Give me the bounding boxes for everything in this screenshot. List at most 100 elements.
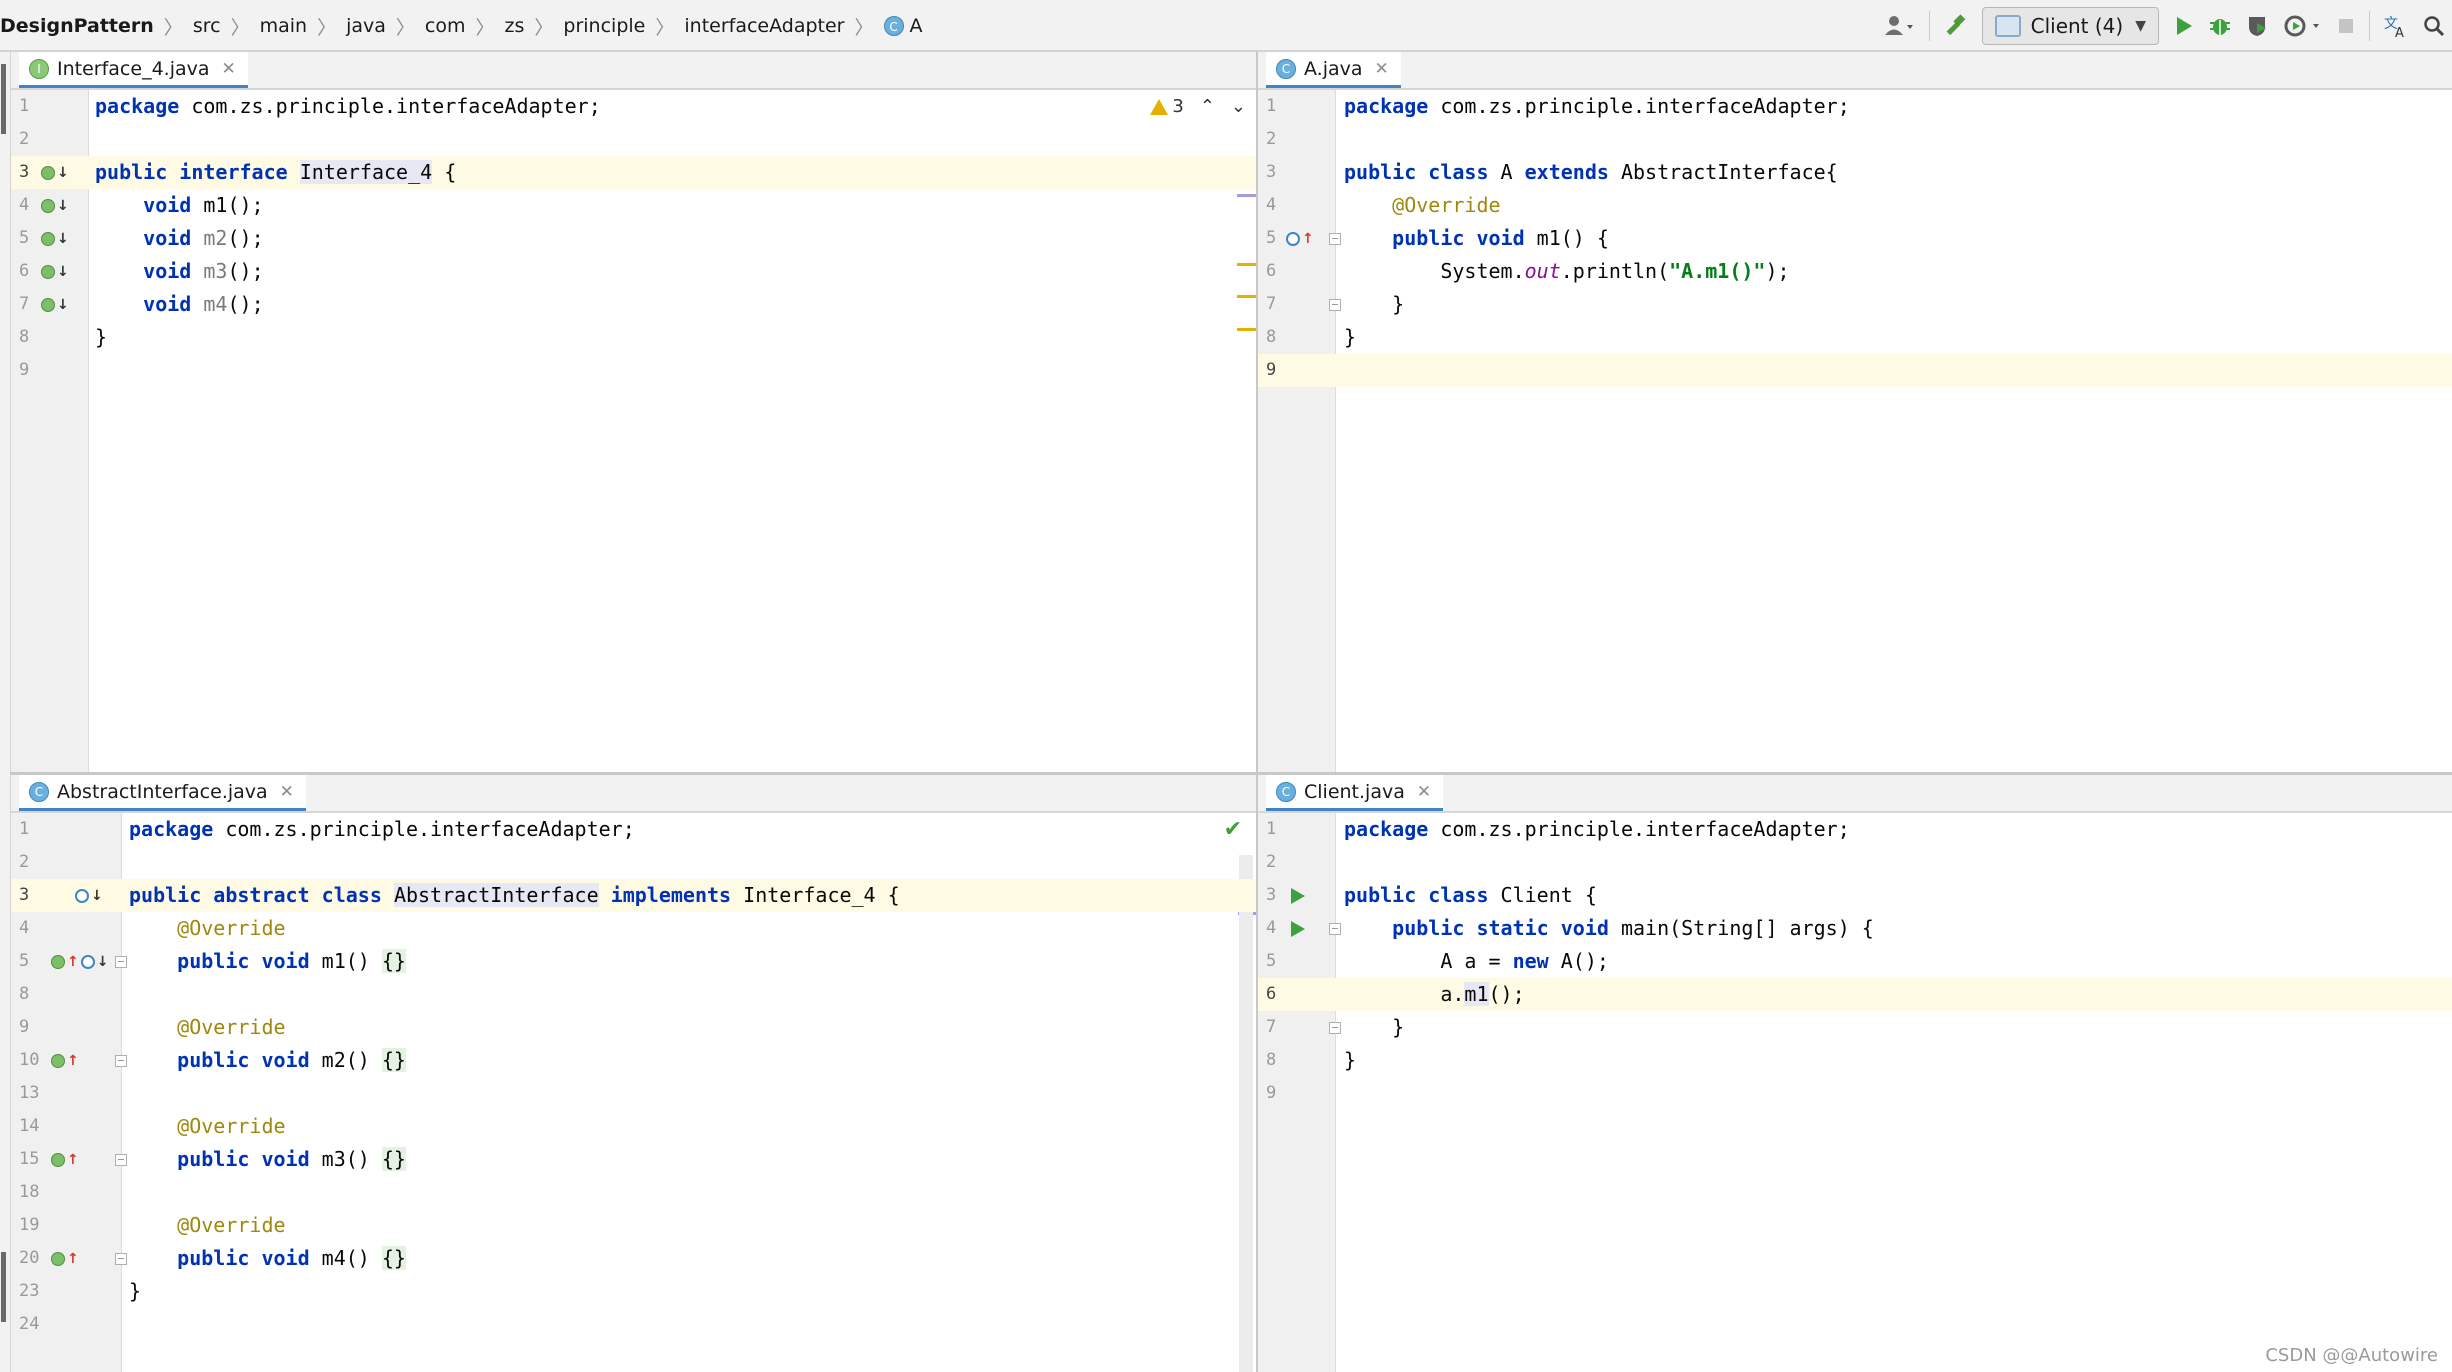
implemented-marker[interactable]: ↓ [41,255,69,288]
implements-icon [51,954,65,969]
implements-icon [51,1152,65,1167]
line-number: 18 [19,1182,40,1202]
search-everywhere-button[interactable] [2422,8,2446,44]
run-configuration-select[interactable]: Client (4) ▼ [1981,7,2159,45]
chevron-right-icon: 〉 [230,16,250,39]
run-button[interactable] [2173,8,2195,44]
fold-toggle[interactable] [1329,1022,1341,1034]
chevron-right-icon: 〉 [163,16,183,39]
code-line: 4 @Override [1258,189,2452,222]
implemented-marker[interactable]: ↓ [41,156,69,189]
line-number: 8 [1266,327,1277,347]
code-line: 9 @Override [11,1011,1256,1044]
profile-button[interactable] [2283,8,2323,44]
line-number: 4 [19,918,30,938]
code-line: 14 @Override [11,1110,1256,1143]
line-number: 7 [1266,1017,1277,1037]
close-icon[interactable]: ✕ [280,782,294,802]
arrow-down-icon: ↓ [91,887,103,904]
fold-toggle[interactable] [1329,299,1341,311]
code-area[interactable]: 1 package com.zs.principle.interfaceAdap… [1258,90,2452,772]
fold-toggle[interactable] [1329,233,1341,245]
implemented-marker[interactable]: ↓ [41,189,69,222]
implemented-marker[interactable]: ↓ [41,288,69,321]
line-number: 1 [19,96,30,116]
tab-a-java[interactable]: C A.java ✕ [1266,52,1401,88]
code-area[interactable]: 1 package com.zs.principle.interfaceAdap… [1258,813,2452,1372]
code-line: 18 [11,1176,1256,1209]
code-line-text: package com.zs.principle.interfaceAdapte… [95,94,601,118]
tab-bar: C A.java ✕ [1258,52,2452,90]
code-line: 8 } [11,321,1256,354]
code-line: 10 ↑ public void m2() {} [11,1044,1256,1077]
breadcrumb-item-src[interactable]: src [193,15,221,37]
breadcrumb-item-interfaceadapter[interactable]: interfaceAdapter [684,15,844,37]
implemented-marker[interactable]: ↓ [41,222,69,255]
tab-client-java[interactable]: C Client.java ✕ [1266,775,1444,811]
class-icon: C [1276,781,1296,802]
line-number: 14 [19,1116,40,1136]
code-line-current: 9 [1258,354,2452,387]
line-number: 9 [19,1017,30,1037]
code-area[interactable]: 1 package com.zs.principle.interfaceAdap… [11,813,1256,1372]
horizontal-splitter[interactable] [10,772,2452,775]
code-line-text: } [95,325,108,349]
implements-marker[interactable]: ↑ [51,1143,79,1176]
fold-toggle[interactable] [115,1253,127,1265]
project-tool-window-button[interactable] [1,64,6,134]
tab-interface4-java[interactable]: I Interface_4.java ✕ [19,52,248,88]
run-gutter-icon[interactable] [1291,888,1305,904]
stop-button[interactable] [2335,8,2357,44]
tab-abstractinterface-java[interactable]: C AbstractInterface.java ✕ [19,775,306,811]
build-button[interactable] [1942,8,1968,44]
breadcrumb-item-main[interactable]: main [260,15,307,37]
run-with-coverage-button[interactable] [2245,8,2271,44]
code-line-text: } [129,1279,142,1303]
fold-toggle[interactable] [115,956,127,968]
code-line-text: void m4(); [143,292,264,316]
close-icon[interactable]: ✕ [1375,59,1389,79]
line-number: 24 [19,1314,40,1334]
code-line: 23 } [11,1275,1256,1308]
code-line: 4 public static void main(String[] args)… [1258,912,2452,945]
fold-toggle[interactable] [1329,923,1341,935]
arrow-down-icon: ↓ [57,164,69,181]
debug-button[interactable] [2207,8,2233,44]
translate-button[interactable]: 文 A [2382,8,2410,44]
breadcrumb-item-principle[interactable]: principle [563,15,645,37]
code-line: 24 [11,1308,1256,1341]
arrow-up-icon: ↑ [67,1250,79,1267]
breadcrumb-item-zs[interactable]: zs [505,15,525,37]
code-line: 5 ↑ public void m1() { [1258,222,2452,255]
breadcrumb-project[interactable]: DesignPattern [0,15,154,37]
code-line: 5 ↑ ↓ public void m1() {} [11,945,1256,978]
tab-label: Interface_4.java [57,57,210,80]
code-line-text: public void m1() {} [177,949,406,973]
fold-toggle[interactable] [115,1154,127,1166]
code-line-text: public void m3() {} [177,1147,406,1171]
user-account-button[interactable] [1883,8,1917,44]
implements-marker[interactable]: ↑ [51,1044,79,1077]
breadcrumb-item-com[interactable]: com [425,15,466,37]
close-icon[interactable]: ✕ [222,59,236,79]
vertical-splitter[interactable] [1256,52,1258,1372]
stop-icon [2339,19,2353,33]
arrow-down-icon: ↓ [96,953,109,970]
breadcrumb-item-java[interactable]: java [346,15,386,37]
overrides-marker[interactable]: ↓ [75,879,103,912]
breadcrumb-item-class[interactable]: A [910,15,923,37]
implements-marker[interactable]: ↑ [51,1242,79,1275]
run-gutter-icon[interactable] [1291,921,1305,937]
implements-marker[interactable]: ↑ ↓ [51,945,108,978]
code-line: 1 package com.zs.principle.interfaceAdap… [1258,813,2452,846]
svg-text:A: A [2395,26,2404,39]
editor-pane-interface4: I Interface_4.java ✕ 3 ⌃ ⌄ 1 package com… [11,52,1256,772]
arrow-up-icon: ↑ [67,1052,79,1069]
close-icon[interactable]: ✕ [1417,782,1431,802]
fold-toggle[interactable] [115,1055,127,1067]
code-line-text: package com.zs.principle.interfaceAdapte… [1344,817,1850,841]
code-area[interactable]: 1 package com.zs.principle.interfaceAdap… [11,90,1256,772]
overrides-marker[interactable]: ↑ [1286,222,1314,255]
code-line-current: 3 ↓ public interface Interface_4 { [11,156,1256,189]
structure-tool-window-button[interactable] [1,1252,6,1322]
